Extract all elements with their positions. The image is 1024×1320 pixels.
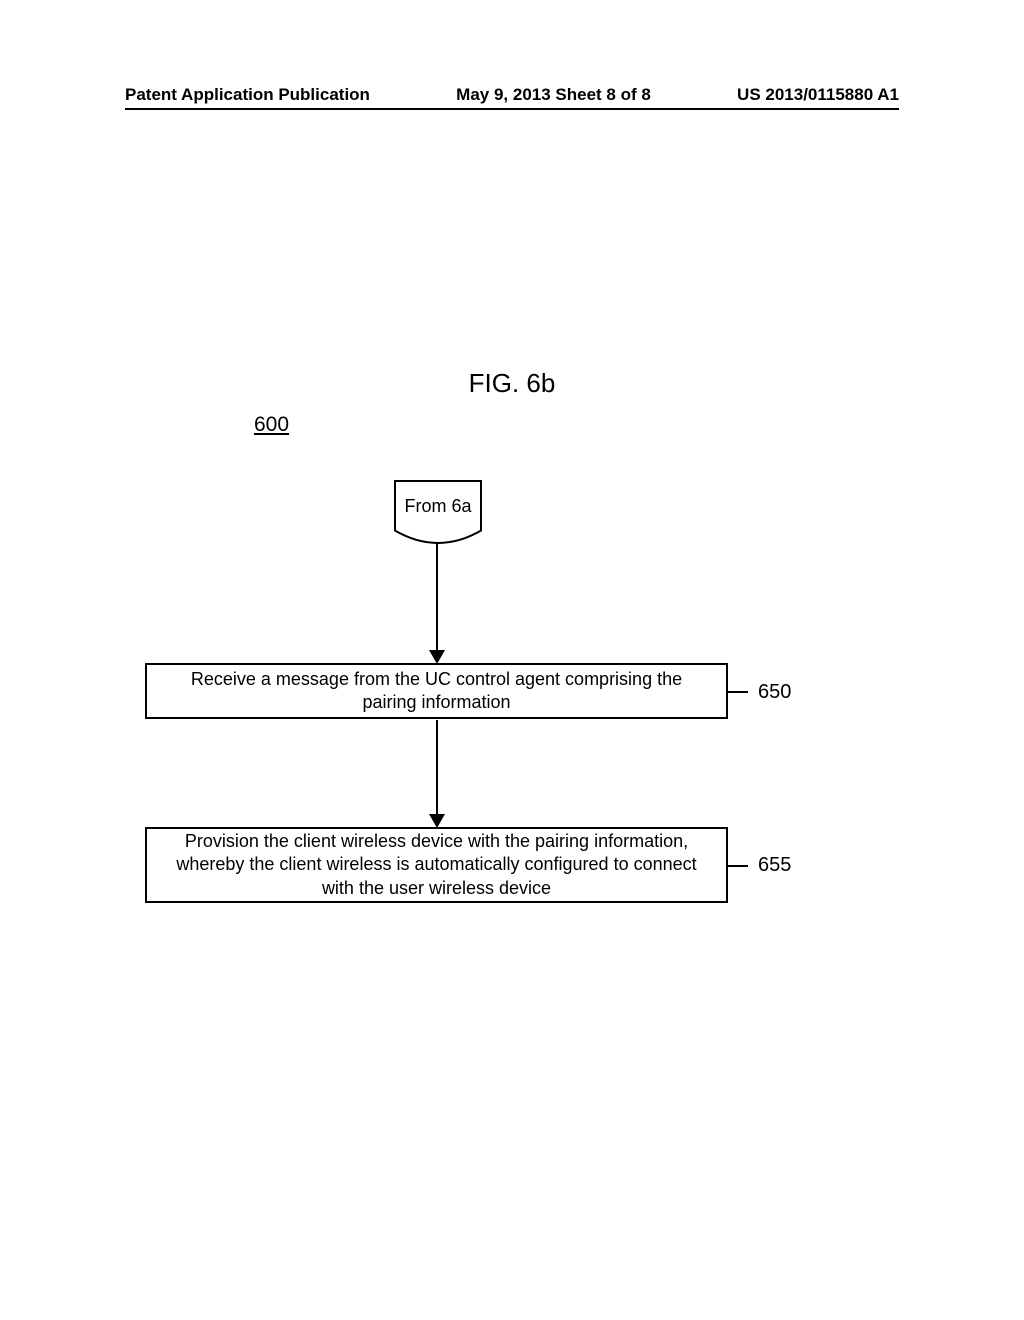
reference-line-655 — [728, 865, 748, 867]
flowchart-box-655: Provision the client wireless device wit… — [145, 827, 728, 903]
header-date-sheet: May 9, 2013 Sheet 8 of 8 — [456, 85, 651, 105]
reference-line-650 — [728, 691, 748, 693]
header-publication: Patent Application Publication — [125, 85, 370, 105]
flowchart-box-650: Receive a message from the UC control ag… — [145, 663, 728, 719]
header-patent-number: US 2013/0115880 A1 — [737, 85, 899, 105]
page-header: Patent Application Publication May 9, 20… — [125, 85, 899, 105]
connector-from-6a: From 6a — [394, 480, 482, 530]
figure-number: 600 — [254, 413, 289, 437]
arrow-to-box-655 — [436, 720, 438, 818]
arrowhead-icon — [429, 650, 445, 664]
arrowhead-icon — [429, 814, 445, 828]
reference-number-655: 655 — [758, 854, 791, 877]
header-divider — [125, 108, 899, 110]
figure-title: FIG. 6b — [0, 368, 1024, 399]
reference-number-650: 650 — [758, 681, 791, 704]
connector-bottom-shape — [394, 528, 482, 544]
arrow-to-box-650 — [436, 544, 438, 654]
